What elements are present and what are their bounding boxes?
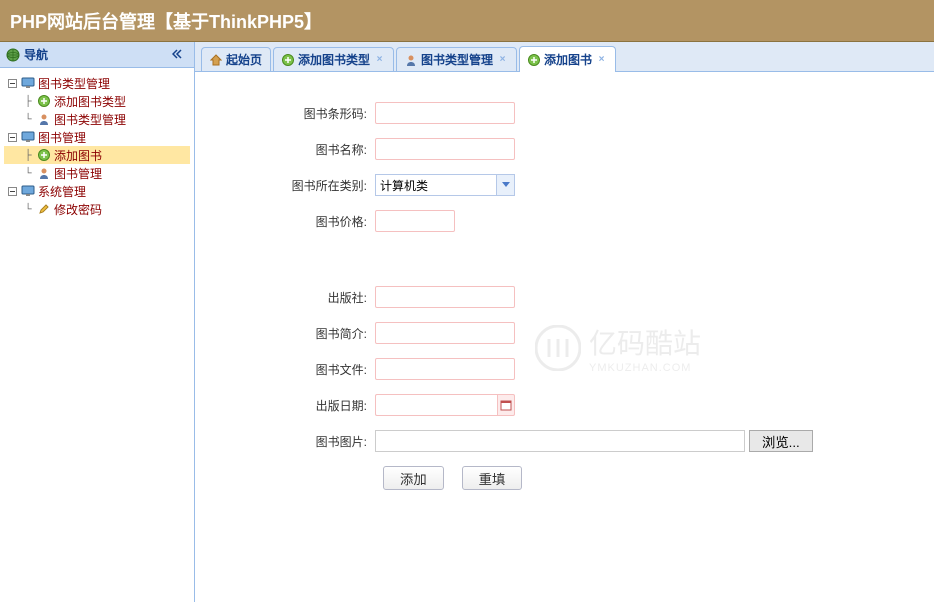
label-file: 图书文件: — [215, 361, 375, 378]
home-icon — [210, 54, 222, 66]
tree-node-system-mgmt[interactable]: 系统管理 — [4, 182, 190, 200]
tree-elbow-icon: └ — [20, 110, 36, 128]
tree-node-add-book[interactable]: ├ 添加图书 — [4, 146, 190, 164]
tab-add-book-type[interactable]: 添加图书类型 × — [273, 47, 394, 71]
label-category: 图书所在类别: — [215, 177, 375, 194]
tree-label: 添加图书 — [54, 147, 102, 164]
file-input[interactable] — [375, 358, 515, 380]
globe-icon — [6, 48, 20, 62]
tab-label: 添加图书 — [544, 51, 592, 68]
intro-input[interactable] — [375, 322, 515, 344]
tree-elbow-icon: ├ — [20, 92, 36, 110]
submit-button[interactable]: 添加 — [383, 466, 444, 490]
tree-node-book-list[interactable]: └ 图书管理 — [4, 164, 190, 182]
tree-node-add-book-type[interactable]: ├ 添加图书类型 — [4, 92, 190, 110]
chevron-down-icon — [496, 175, 514, 195]
sidebar-header: 导航 — [0, 42, 194, 68]
category-select[interactable]: 计算机类 — [375, 174, 515, 196]
label-publisher: 出版社: — [215, 289, 375, 306]
person-icon — [36, 165, 52, 181]
tree-elbow-icon: └ — [20, 164, 36, 182]
nav-tree: 图书类型管理 ├ 添加图书类型 └ 图书类型管理 图书管理 ├ — [0, 68, 194, 602]
tree-node-change-password[interactable]: └ 修改密码 — [4, 200, 190, 218]
tree-node-book-mgmt[interactable]: 图书管理 — [4, 128, 190, 146]
monitor-icon — [20, 183, 36, 199]
category-value: 计算机类 — [376, 177, 496, 194]
plus-icon — [528, 54, 540, 66]
sidebar-title-text: 导航 — [24, 46, 48, 63]
price-input[interactable] — [375, 210, 455, 232]
monitor-icon — [20, 75, 36, 91]
app-header: PHP网站后台管理【基于ThinkPHP5】 — [0, 0, 934, 42]
label-barcode: 图书条形码: — [215, 105, 375, 122]
reset-button[interactable]: 重填 — [462, 466, 523, 490]
plus-icon — [36, 147, 52, 163]
tree-node-book-type-list[interactable]: └ 图书类型管理 — [4, 110, 190, 128]
plus-icon — [282, 54, 294, 66]
tree-collapse-icon[interactable] — [4, 128, 20, 146]
pencil-icon — [36, 201, 52, 217]
person-icon — [405, 54, 417, 66]
app-title: PHP网站后台管理【基于ThinkPHP5】 — [10, 12, 322, 32]
person-icon — [36, 111, 52, 127]
label-intro: 图书简介: — [215, 325, 375, 342]
tree-collapse-icon[interactable] — [4, 182, 20, 200]
tree-collapse-icon[interactable] — [4, 74, 20, 92]
tab-close-button[interactable]: × — [497, 54, 508, 65]
tree-node-book-type-mgmt[interactable]: 图书类型管理 — [4, 74, 190, 92]
tree-label: 修改密码 — [54, 201, 102, 218]
tab-close-button[interactable]: × — [374, 54, 385, 65]
tree-elbow-icon: ├ — [20, 146, 36, 164]
tab-label: 起始页 — [226, 51, 262, 68]
tab-home[interactable]: 起始页 — [201, 47, 271, 71]
monitor-icon — [20, 129, 36, 145]
label-image: 图书图片: — [215, 433, 375, 450]
tab-label: 图书类型管理 — [421, 51, 493, 68]
plus-icon — [36, 93, 52, 109]
tab-strip: 起始页 添加图书类型 × 图书类型管理 × 添加图书 × — [195, 42, 934, 72]
tab-add-book[interactable]: 添加图书 × — [519, 46, 616, 72]
tree-label: 图书类型管理 — [54, 111, 126, 128]
tab-book-type-mgmt[interactable]: 图书类型管理 × — [396, 47, 517, 71]
tree-label: 图书类型管理 — [38, 75, 110, 92]
label-pubdate: 出版日期: — [215, 397, 375, 414]
tree-label: 添加图书类型 — [54, 93, 126, 110]
tab-label: 添加图书类型 — [298, 51, 370, 68]
main-panel: 起始页 添加图书类型 × 图书类型管理 × 添加图书 × 亿 — [195, 42, 934, 602]
image-path-input[interactable] — [375, 430, 745, 452]
calendar-icon[interactable] — [497, 394, 515, 416]
tree-elbow-icon: └ — [20, 200, 36, 218]
label-price: 图书价格: — [215, 213, 375, 230]
browse-button[interactable]: 浏览... — [749, 430, 813, 452]
sidebar-collapse-button[interactable] — [172, 47, 188, 63]
tab-content: 亿码酷站 YMKUZHAN.COM 图书条形码: 图书名称: 图书所在类别: 计… — [195, 72, 934, 602]
label-name: 图书名称: — [215, 141, 375, 158]
name-input[interactable] — [375, 138, 515, 160]
tree-label: 图书管理 — [54, 165, 102, 182]
barcode-input[interactable] — [375, 102, 515, 124]
tree-label: 图书管理 — [38, 129, 86, 146]
tab-close-button[interactable]: × — [596, 54, 607, 65]
tree-label: 系统管理 — [38, 183, 86, 200]
pubdate-input[interactable] — [375, 394, 497, 416]
sidebar: 导航 图书类型管理 ├ 添加图书类型 └ 图书类 — [0, 42, 195, 602]
publisher-input[interactable] — [375, 286, 515, 308]
